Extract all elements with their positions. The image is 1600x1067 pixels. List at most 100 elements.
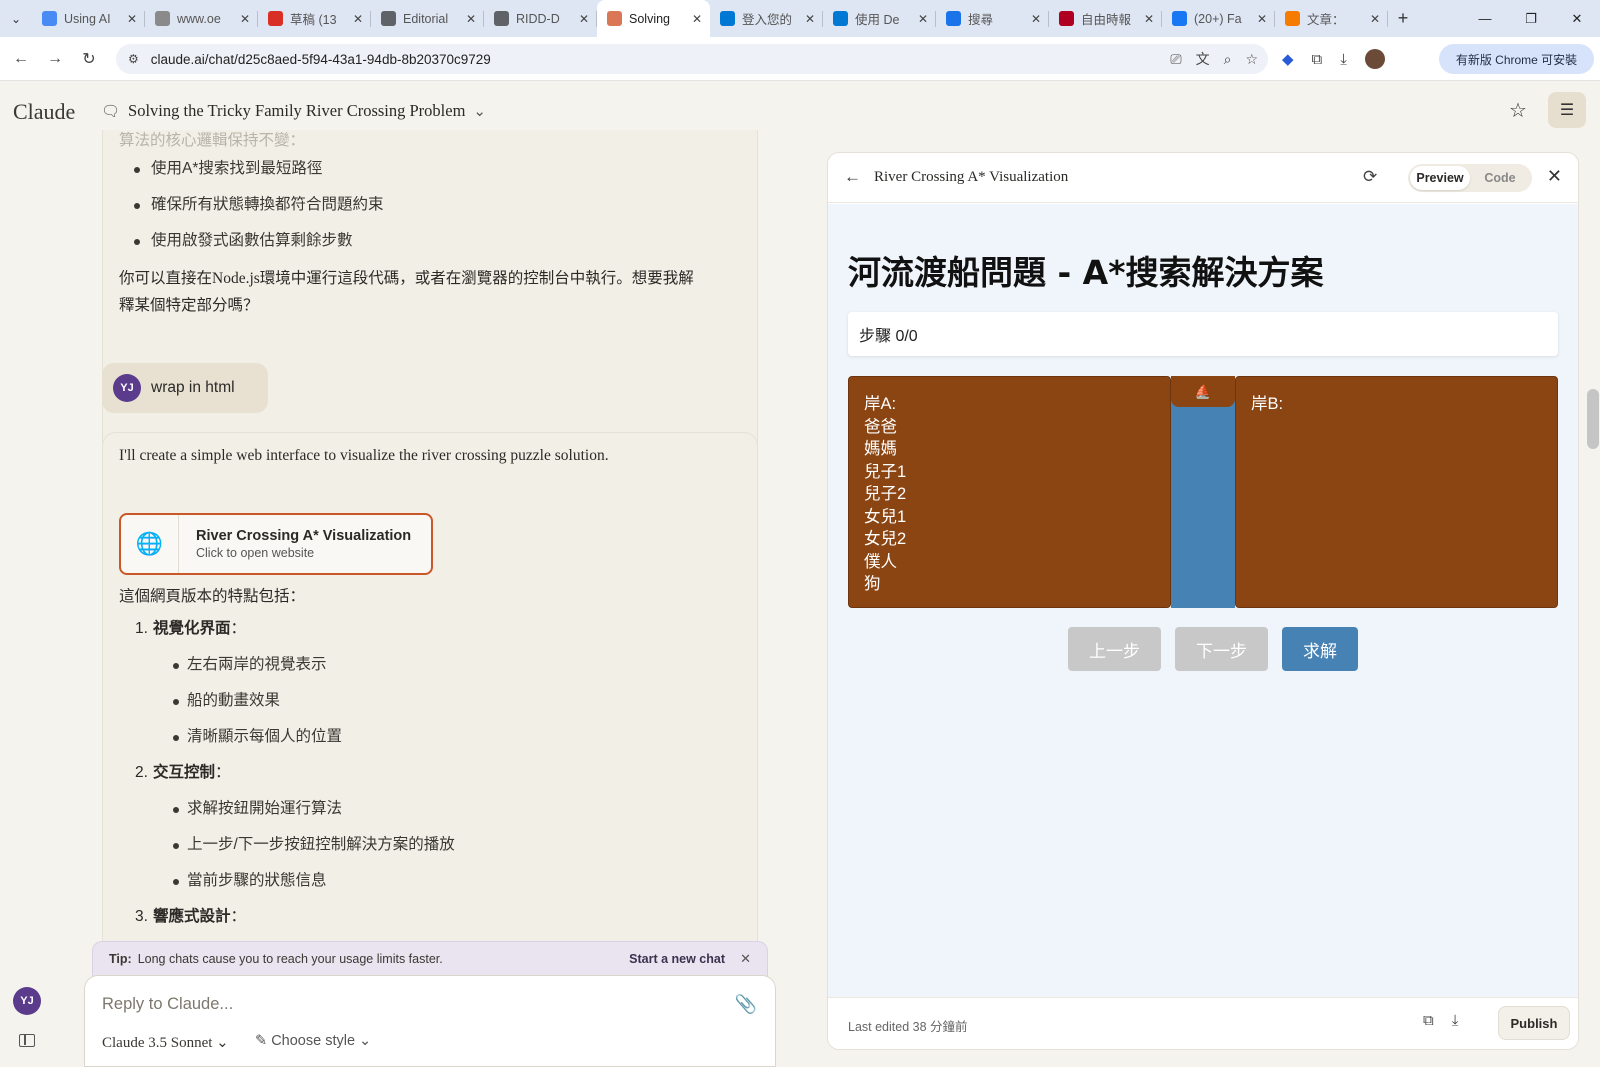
list-item: 當前步驟的狀態信息 xyxy=(103,863,743,899)
browser-tab[interactable]: 自由時報 ✕ xyxy=(1049,0,1162,37)
tab-favicon-icon xyxy=(1172,11,1187,26)
forward-icon[interactable]: → xyxy=(38,50,72,68)
back-arrow-icon[interactable]: ← xyxy=(844,167,861,187)
last-edited-text: Last edited 38 分鐘前 xyxy=(848,1020,968,1034)
river: ⛵ xyxy=(1171,376,1235,608)
copy-icon[interactable]: ⧉ xyxy=(1423,1012,1434,1029)
tip-banner: Tip: Long chats cause you to reach your … xyxy=(92,941,768,977)
tab-title: 搜尋 xyxy=(968,13,994,27)
url-text[interactable]: claude.ai/chat/d25c8aed-5f94-43a1-94db-8… xyxy=(151,52,491,67)
browser-tab[interactable]: 登入您的 ✕ xyxy=(710,0,823,37)
boat-icon: ⛵ xyxy=(1194,383,1212,399)
browser-tab[interactable]: Using AI ✕ xyxy=(32,0,145,37)
omnibox[interactable]: ⚙ claude.ai/chat/d25c8aed-5f94-43a1-94db… xyxy=(116,44,1268,74)
browser-tab[interactable]: 文章： ✕ xyxy=(1275,0,1388,37)
browser-tab-bar: ⌄ Using AI ✕ www.oe ✕ 草稿 (13 ✕ Editorial ✕ RIDD-… xyxy=(0,0,1600,37)
browser-tab[interactable]: www.oe ✕ xyxy=(145,0,258,37)
assistant-message: 算法的核心邏輯保持不變： 使用A*搜索找到最短路徑 確保所有狀態轉換都符合問題約束… xyxy=(102,130,758,476)
paperclip-icon[interactable]: 📎 xyxy=(735,994,757,1015)
style-label: Choose style xyxy=(271,1033,356,1049)
tab-search-icon[interactable]: ⌄ xyxy=(0,0,32,37)
tab-title: Solving xyxy=(629,11,670,26)
tab-close-icon[interactable]: ✕ xyxy=(127,12,137,26)
list-item: 左右兩岸的視覺表示 xyxy=(103,647,743,683)
artifact-card[interactable]: 🌐 River Crossing A* Visualization Click … xyxy=(119,513,433,575)
model-selector[interactable]: Claude 3.5 Sonnet ⌄ xyxy=(102,1033,229,1052)
browser-tab[interactable]: RIDD-D ✕ xyxy=(484,0,597,37)
next-step-button[interactable]: 下一步 xyxy=(1175,627,1268,671)
reply-input[interactable]: Reply to Claude... xyxy=(102,995,233,1014)
list-item: 上一步/下一步按鈕控制解決方案的播放 xyxy=(103,827,743,863)
publish-button[interactable]: Publish xyxy=(1498,1006,1570,1040)
site-info-icon[interactable]: ⚙ xyxy=(128,52,139,66)
install-app-icon[interactable]: ⎚ xyxy=(1170,51,1181,68)
star-chat-icon[interactable]: ☆ xyxy=(1500,92,1536,128)
tab-close-icon[interactable]: ✕ xyxy=(1144,12,1154,26)
start-new-chat-link[interactable]: Start a new chat xyxy=(629,952,725,966)
extensions-puzzle-icon[interactable]: ⧉ xyxy=(1312,51,1323,68)
family-member: 兒子2 xyxy=(864,485,907,503)
translate-icon[interactable]: 文 xyxy=(1196,49,1210,69)
tab-close-icon[interactable]: ✕ xyxy=(918,12,928,26)
minimize-icon[interactable]: — xyxy=(1462,0,1508,37)
refresh-icon[interactable]: ⟳ xyxy=(1363,167,1377,187)
tab-close-icon[interactable]: ✕ xyxy=(353,12,363,26)
tab-close-icon[interactable]: ✕ xyxy=(1370,12,1380,26)
tab-close-icon[interactable]: ✕ xyxy=(466,12,476,26)
tab-favicon-icon xyxy=(494,11,509,26)
download-icon[interactable]: ⤓ xyxy=(1340,51,1347,68)
browser-tab[interactable]: 搜尋 ✕ xyxy=(936,0,1049,37)
account-avatar[interactable]: YJ xyxy=(13,987,41,1015)
bookmark-star-icon[interactable]: ☆ xyxy=(1245,51,1258,68)
browser-tab[interactable]: Editorial ✕ xyxy=(371,0,484,37)
profile-avatar[interactable] xyxy=(1364,49,1385,69)
close-window-icon[interactable]: ✕ xyxy=(1554,0,1600,37)
claude-logo[interactable]: Claude xyxy=(13,99,75,125)
extension-icons: ◆ ⧉ ⤓ xyxy=(1282,44,1385,74)
bullet-list: 使用A*搜索找到最短路徑 確保所有狀態轉換都符合問題約束 使用啟發式函數估算剩餘步數 xyxy=(117,151,717,259)
solve-button[interactable]: 求解 xyxy=(1282,627,1358,671)
extension-shield-icon[interactable]: ◆ xyxy=(1282,50,1294,68)
tab-close-icon[interactable]: ✕ xyxy=(1031,12,1041,26)
download-icon[interactable]: ⤓ xyxy=(1452,1012,1459,1029)
browser-tab[interactable]: Solving ✕ xyxy=(597,0,710,37)
tab-title: 文章： xyxy=(1307,13,1345,27)
chrome-update-button[interactable]: 有新版 Chrome 可安裝 xyxy=(1439,44,1594,74)
back-icon[interactable]: ← xyxy=(4,50,38,68)
reply-composer[interactable]: Reply to Claude... 📎 Claude 3.5 Sonnet ⌄… xyxy=(84,975,776,1067)
new-tab-button[interactable]: + xyxy=(1388,8,1418,29)
browser-tab[interactable]: (20+) Fa ✕ xyxy=(1162,0,1275,37)
close-icon[interactable]: ✕ xyxy=(740,951,751,967)
tab-favicon-icon xyxy=(42,11,57,26)
family-member: 女兒1 xyxy=(864,507,907,526)
omnibox-actions: ⎚ 文 ⌕ ☆ xyxy=(1170,44,1258,74)
restore-icon[interactable]: ❐ xyxy=(1508,0,1554,37)
prev-step-button[interactable]: 上一步 xyxy=(1068,627,1161,671)
reload-icon[interactable]: ↻ xyxy=(72,49,106,69)
tab-close-icon[interactable]: ✕ xyxy=(1257,12,1267,26)
browser-tab[interactable]: 使用 De ✕ xyxy=(823,0,936,37)
tab-title: 登入您的 xyxy=(742,13,793,27)
tab-close-icon[interactable]: ✕ xyxy=(692,12,702,26)
user-avatar: YJ xyxy=(113,374,141,402)
family-member: 媽媽 xyxy=(864,440,897,458)
chat-title-dropdown[interactable]: 🗨 Solving the Tricky Family River Crossi… xyxy=(101,101,486,121)
browser-tab[interactable]: 草稿 (13 ✕ xyxy=(258,0,371,37)
code-tab[interactable]: Code xyxy=(1470,166,1530,190)
list-item: 船的動畫效果 xyxy=(103,683,743,719)
zoom-icon[interactable]: ⌕ xyxy=(1224,51,1232,68)
style-selector[interactable]: ✎ Choose style ⌄ xyxy=(255,1033,371,1049)
chat-settings-icon[interactable]: ☰ xyxy=(1548,92,1586,128)
preview-tab[interactable]: Preview xyxy=(1410,166,1470,190)
sidebar-toggle-icon[interactable] xyxy=(19,1034,35,1047)
list-item: 使用啟發式函數估算剩餘步數 xyxy=(117,223,717,259)
tab-close-icon[interactable]: ✕ xyxy=(240,12,250,26)
page-scrollbar[interactable] xyxy=(1587,389,1599,449)
tab-strip: Using AI ✕ www.oe ✕ 草稿 (13 ✕ Editorial ✕ RIDD-D ✕… xyxy=(32,0,1388,37)
tab-close-icon[interactable]: ✕ xyxy=(805,12,815,26)
family-member: 僕人 xyxy=(864,552,897,571)
close-panel-icon[interactable]: ✕ xyxy=(1547,166,1562,187)
list-item: 清晰顯示每個人的位置 xyxy=(103,719,743,755)
tab-close-icon[interactable]: ✕ xyxy=(579,12,589,26)
artifact-panel: ← River Crossing A* Visualization ⟳ Prev… xyxy=(827,152,1579,1050)
